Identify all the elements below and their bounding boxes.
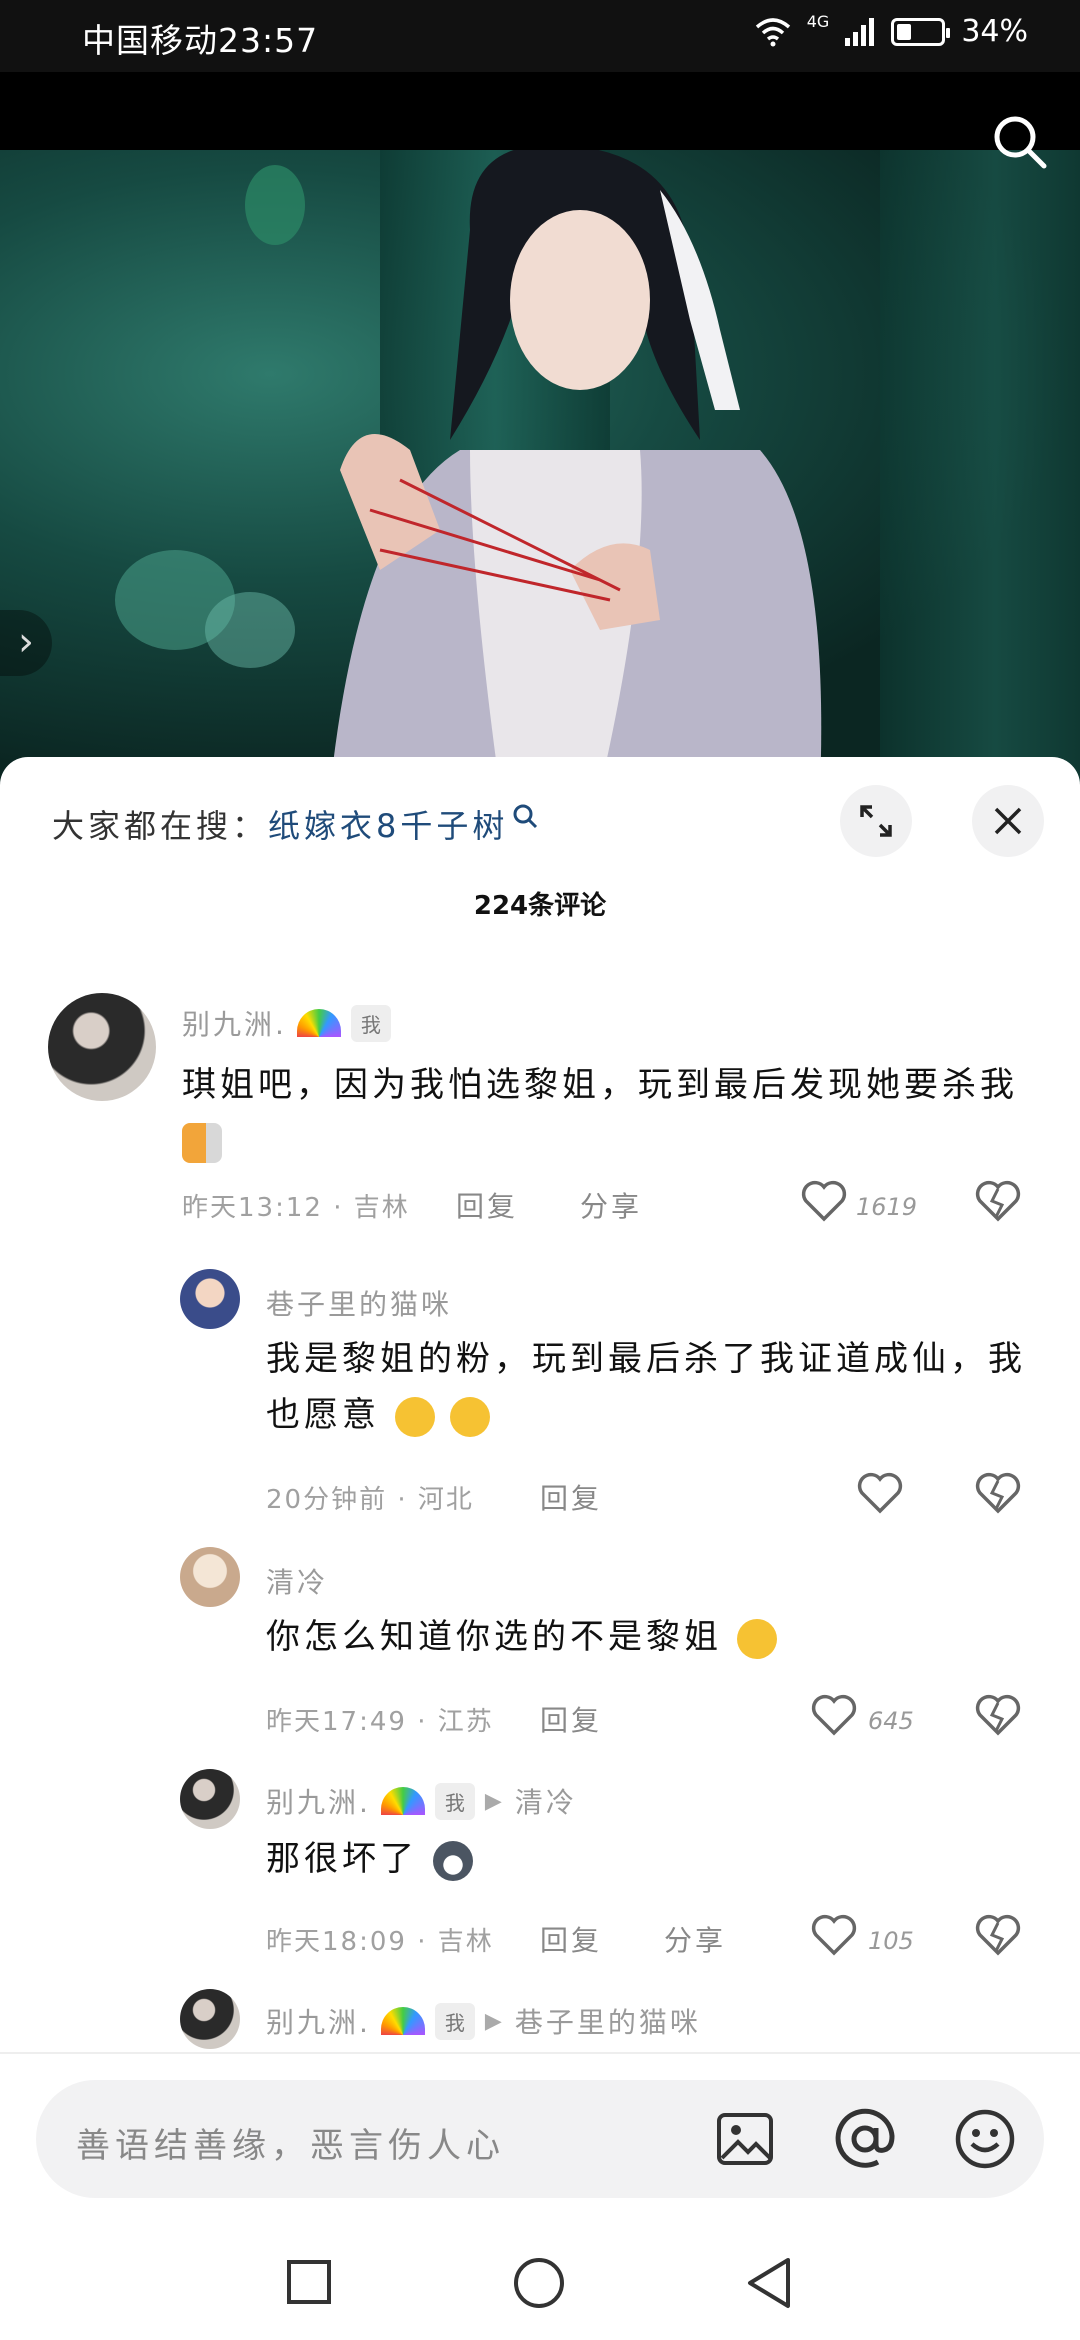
reply-button[interactable]: 回复 [540,1477,602,1517]
comment-user[interactable]: 巷子里的猫咪 [266,1283,452,1323]
comment-text[interactable]: 你怎么知道你选的不是黎姐 [266,1609,1026,1665]
reply-arrow-icon: ▶ [484,2008,505,2034]
dislike-icon[interactable] [974,1471,1022,1515]
comment-body: 你怎么知道你选的不是黎姐 [266,1617,722,1657]
at-mention-icon[interactable] [834,2108,896,2170]
expand-button[interactable] [840,785,912,857]
emoji-icon[interactable] [954,2108,1016,2170]
avatar[interactable] [48,993,156,1101]
system-nav-bar [0,2240,1080,2340]
comment-user[interactable]: 清冷 [266,1561,328,1601]
me-tag: 我 [434,1782,475,1820]
share-button[interactable]: 分享 [580,1185,642,1225]
signal-icon [845,17,875,46]
me-tag: 我 [434,2002,475,2040]
hot-search[interactable]: 大家都在搜： 纸嫁衣8千子树 [52,801,538,847]
rainbow-icon [380,1787,425,1815]
expand-icon [860,805,892,837]
search-icon[interactable] [990,112,1050,172]
image-icon[interactable] [716,2112,774,2166]
like-icon[interactable] [856,1471,904,1515]
like-count: 1619 [856,1193,918,1221]
like-icon[interactable] [810,1913,858,1957]
hot-search-keyword[interactable]: 纸嫁衣8千子树 [268,801,508,847]
reply-button[interactable]: 回复 [540,1919,602,1959]
reply-to-user[interactable]: 巷子里的猫咪 [515,2001,701,2041]
username[interactable]: 清冷 [266,1561,328,1601]
close-button[interactable] [972,785,1044,857]
rainbow-icon [296,1009,341,1037]
comment-input-placeholder[interactable]: 善语结善缘，恶言伤人心 [76,2118,505,2167]
username[interactable]: 别九洲. [182,1003,287,1043]
comment-text[interactable]: 那很坏了 [266,1831,1026,1887]
carrier-name: 中国移动 [82,21,218,60]
dislike-icon[interactable] [974,1913,1022,1957]
reply-to-user[interactable]: 清冷 [515,1781,577,1821]
comment-user[interactable]: 别九洲. 我 ▶ 清冷 [266,1781,577,1821]
hot-search-label: 大家都在搜： [52,807,269,845]
avatar[interactable] [180,1269,240,1329]
reply-arrow-icon: ▶ [484,1788,505,1814]
husky-emoji-icon [432,1840,473,1881]
wifi-icon [755,17,790,46]
close-icon [994,807,1022,835]
battery-percent: 34% [961,14,1028,49]
back-icon[interactable] [744,2256,794,2310]
comment-time: 昨天17:49 · 江苏 [266,1707,494,1737]
comment-time: 昨天18:09 · 吉林 [266,1927,494,1957]
shocked-emoji-icon [394,1396,435,1437]
comment-body: 琪姐吧，因为我怕选黎姐，玩到最后发现她要杀我 [182,1065,1018,1105]
comment-text[interactable]: 我是黎姐的粉，玩到最后杀了我证道成仙，我也愿意 [266,1331,1026,1443]
me-tag: 我 [350,1004,391,1042]
divider [0,2052,1080,2054]
fox-emoji-icon [182,1122,222,1163]
rainbow-icon [380,2007,425,2035]
battery-icon [891,17,951,46]
search-small-icon [513,804,538,829]
avatar[interactable] [180,1989,240,2049]
dislike-icon[interactable] [974,1693,1022,1737]
like-count: 645 [868,1707,914,1735]
username[interactable]: 别九洲. [266,1781,371,1821]
avatar[interactable] [180,1547,240,1607]
reply-button[interactable]: 回复 [540,1699,602,1739]
grin-emoji-icon [736,1618,777,1659]
home-icon[interactable] [512,2256,566,2310]
video-top-bar [0,72,1080,150]
comment-body: 那很坏了 [266,1839,418,1879]
clock: 23:57 [218,21,319,60]
comment-time: 20分钟前 · 河北 [266,1485,474,1515]
status-carrier-time: 中国移动23:57 [82,14,318,62]
like-icon[interactable] [810,1693,858,1737]
comment-count: 224条评论 [473,891,607,921]
comment-input[interactable]: 善语结善缘，恶言伤人心 [36,2080,1044,2198]
username[interactable]: 别九洲. [266,2001,371,2041]
like-icon[interactable] [800,1179,848,1223]
recents-icon[interactable] [285,2258,333,2306]
dislike-icon[interactable] [974,1179,1022,1223]
avatar[interactable] [180,1769,240,1829]
status-bar: 中国移动23:57 4G 34% [0,0,1080,72]
video-frame[interactable]: › [0,150,1080,790]
comment-user[interactable]: 别九洲. 我 [182,1003,391,1043]
share-button[interactable]: 分享 [664,1919,726,1959]
comment-time: 昨天13:12 · 吉林 [182,1193,410,1223]
comment-user[interactable]: 别九洲. 我 ▶ 巷子里的猫咪 [266,2001,701,2041]
video-figure [115,150,822,790]
comment-text[interactable]: 琪姐吧，因为我怕选黎姐，玩到最后发现她要杀我 [182,1057,1042,1169]
like-count: 105 [868,1927,914,1955]
username[interactable]: 巷子里的猫咪 [266,1283,452,1323]
reply-button[interactable]: 回复 [456,1185,518,1225]
network-type: 4G [806,12,830,31]
comment-body: 我是黎姐的粉，玩到最后杀了我证道成仙，我也愿意 [266,1339,1026,1435]
status-icons: 4G 34% [755,12,1028,49]
shocked-emoji-icon [449,1396,490,1437]
